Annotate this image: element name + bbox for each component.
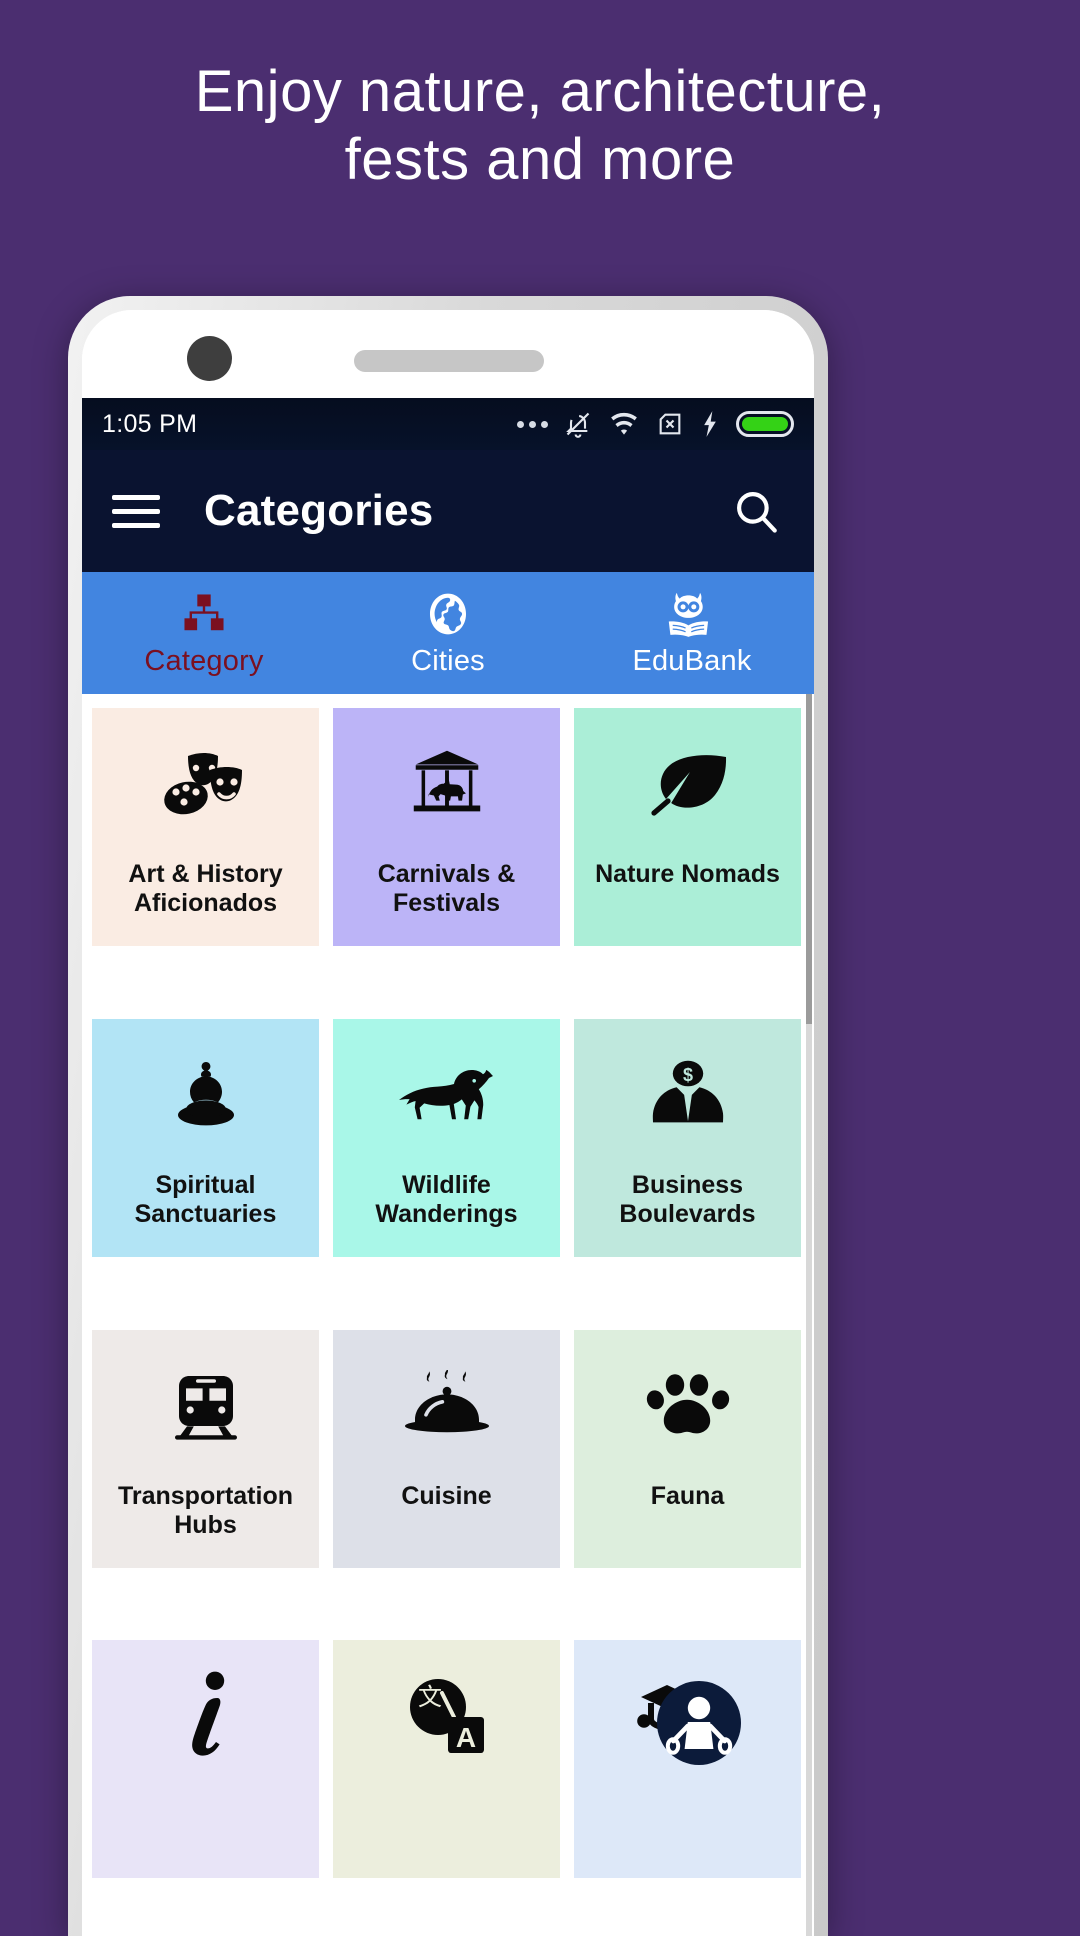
- scrollbar-thumb[interactable]: [806, 694, 812, 1024]
- tab-label-edubank: EduBank: [632, 644, 752, 677]
- graduate-badge-icon: [574, 1640, 801, 1792]
- status-bar-time: 1:05 PM: [102, 409, 198, 438]
- category-card[interactable]: Art & History Aficionados: [92, 708, 319, 946]
- tab-edubank[interactable]: EduBank: [570, 572, 814, 694]
- sim-x-icon: [656, 410, 684, 438]
- owl-book-icon: [667, 589, 717, 639]
- phone-screen: 1:05 PM Categories Category Cities EduBa…: [82, 398, 814, 1936]
- category-card[interactable]: Spiritual Sanctuaries: [92, 1018, 319, 1257]
- category-card[interactable]: Fauna: [574, 1329, 801, 1568]
- buddha-icon: [92, 1019, 319, 1171]
- tab-label-cities: Cities: [411, 644, 485, 677]
- promo-headline-line1: Enjoy nature, architecture,: [194, 59, 886, 124]
- tab-cities[interactable]: Cities: [326, 572, 570, 694]
- category-card[interactable]: Transportation Hubs: [92, 1329, 319, 1568]
- leaf-icon: [574, 708, 801, 860]
- tab-label-category: Category: [144, 644, 264, 677]
- category-list-wrapper: Art & History Aficionados Carnivals & Fe…: [82, 694, 814, 1936]
- category-label: Carnivals & Festivals: [377, 860, 516, 918]
- page-title: Categories: [204, 486, 434, 535]
- battery-full-icon: [736, 411, 794, 437]
- category-card[interactable]: Nature Nomads: [574, 708, 801, 946]
- hamburger-menu-icon[interactable]: [112, 494, 160, 528]
- info-italic-icon: [92, 1640, 319, 1792]
- food-cloche-icon: [333, 1330, 560, 1482]
- front-camera-icon: [187, 336, 232, 381]
- charging-bolt-icon: [700, 410, 720, 438]
- svg-text:文: 文: [418, 1684, 442, 1711]
- svg-text:A: A: [455, 1722, 475, 1753]
- bell-muted-icon: [564, 409, 592, 439]
- masks-palette-icon: [92, 708, 319, 860]
- category-label: Transportation Hubs: [117, 1481, 293, 1539]
- globe-icon: [425, 589, 471, 639]
- category-grid: Art & History Aficionados Carnivals & Fe…: [82, 694, 814, 1936]
- carousel-icon: [333, 708, 560, 860]
- svg-text:$: $: [682, 1065, 692, 1085]
- phone-top-bezel: [82, 310, 814, 398]
- category-label: Business Boulevards: [619, 1170, 756, 1228]
- category-card[interactable]: 文 A: [333, 1640, 560, 1879]
- translate-icon: 文 A: [333, 1640, 560, 1792]
- phone-inner-body: 1:05 PM Categories Category Cities EduBa…: [82, 310, 814, 1936]
- tab-bar: Category Cities EduBank: [82, 572, 814, 694]
- wifi-icon: [608, 411, 640, 437]
- status-bar-icons: [517, 409, 794, 439]
- category-card[interactable]: Wildlife Wanderings: [333, 1018, 560, 1257]
- category-card[interactable]: Carnivals & Festivals: [333, 708, 560, 946]
- category-label: Cuisine: [401, 1481, 492, 1510]
- status-bar: 1:05 PM: [82, 398, 814, 450]
- category-label: Nature Nomads: [595, 860, 780, 888]
- category-label: Spiritual Sanctuaries: [134, 1170, 277, 1228]
- promo-headline-line2: fests and more: [344, 127, 736, 193]
- category-label: Art & History Aficionados: [128, 860, 283, 918]
- lion-icon: [333, 1019, 560, 1171]
- sitemap-icon: [181, 589, 227, 639]
- more-dots-icon: [517, 420, 548, 428]
- phone-mockup: 1:05 PM Categories Category Cities EduBa…: [68, 296, 828, 1936]
- search-icon[interactable]: [728, 483, 784, 539]
- category-card[interactable]: $ Business Boulevards: [574, 1018, 801, 1257]
- category-card[interactable]: Cuisine: [333, 1329, 560, 1568]
- category-card[interactable]: [92, 1640, 319, 1879]
- promo-headline: Enjoy nature, architecture, fests and mo…: [0, 58, 1080, 195]
- category-label: Wildlife Wanderings: [375, 1170, 518, 1228]
- train-icon: [92, 1330, 319, 1482]
- category-label: Fauna: [650, 1481, 725, 1510]
- earpiece-speaker: [354, 350, 544, 372]
- category-card[interactable]: [574, 1640, 801, 1879]
- app-bar: Categories: [82, 450, 814, 572]
- tab-category[interactable]: Category: [82, 572, 326, 694]
- paw-print-icon: [574, 1330, 801, 1482]
- businessman-dollar-icon: $: [574, 1019, 801, 1171]
